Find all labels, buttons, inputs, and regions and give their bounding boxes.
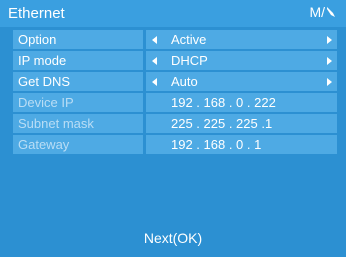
gateway-label: Gateway — [13, 135, 143, 154]
row-subnet-mask: Subnet mask 225 . 225 . 225 .1 — [13, 114, 337, 133]
get-dns-value: Auto — [171, 74, 198, 89]
option-selector[interactable]: Active — [146, 30, 337, 49]
get-dns-label: Get DNS — [13, 72, 143, 91]
gateway-field: 192 . 168 . 0 . 1 — [146, 135, 337, 154]
row-get-dns[interactable]: Get DNS Auto — [13, 72, 337, 91]
gateway-value: 192 . 168 . 0 . 1 — [171, 137, 262, 152]
option-label: Option — [13, 30, 143, 49]
triangle-right-icon[interactable] — [327, 78, 332, 86]
pen-icon — [327, 7, 335, 17]
device-ip-label: Device IP — [13, 93, 143, 112]
next-button[interactable]: Next(OK) — [0, 230, 346, 246]
settings-table: Option Active IP mode DHCP Get DNS Auto — [13, 30, 337, 156]
mode-indicator: M/ — [309, 4, 336, 20]
page-title: Ethernet — [8, 5, 65, 22]
triangle-right-icon[interactable] — [327, 36, 332, 44]
triangle-left-icon[interactable] — [152, 78, 157, 86]
triangle-left-icon[interactable] — [152, 57, 157, 65]
subnet-mask-field: 225 . 225 . 225 .1 — [146, 114, 337, 133]
get-dns-selector[interactable]: Auto — [146, 72, 337, 91]
device-ip-field: 192 . 168 . 0 . 222 — [146, 93, 337, 112]
ip-mode-value: DHCP — [171, 53, 208, 68]
option-value: Active — [171, 32, 207, 47]
header-bar: Ethernet M/ — [0, 0, 346, 27]
ethernet-screen: Ethernet M/ Option Active IP mode DHCP G… — [0, 0, 346, 257]
subnet-mask-label: Subnet mask — [13, 114, 143, 133]
mode-label: M/ — [309, 4, 325, 20]
subnet-mask-value: 225 . 225 . 225 .1 — [171, 116, 273, 131]
device-ip-value: 192 . 168 . 0 . 222 — [171, 95, 276, 110]
row-ip-mode[interactable]: IP mode DHCP — [13, 51, 337, 70]
row-gateway: Gateway 192 . 168 . 0 . 1 — [13, 135, 337, 154]
row-device-ip: Device IP 192 . 168 . 0 . 222 — [13, 93, 337, 112]
row-option[interactable]: Option Active — [13, 30, 337, 49]
ip-mode-label: IP mode — [13, 51, 143, 70]
ip-mode-selector[interactable]: DHCP — [146, 51, 337, 70]
triangle-right-icon[interactable] — [327, 57, 332, 65]
triangle-left-icon[interactable] — [152, 36, 157, 44]
